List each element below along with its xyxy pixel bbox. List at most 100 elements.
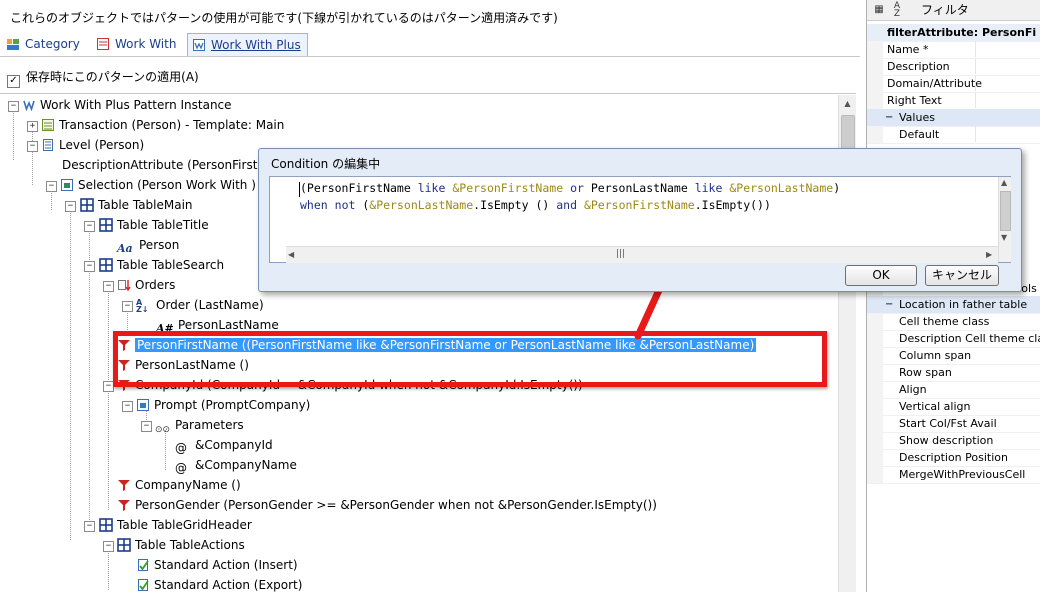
property-row[interactable]: Start Col/Fst Avail: [867, 415, 1040, 433]
condition-editor[interactable]: (PersonFirstName like &PersonFirstName o…: [269, 176, 1011, 263]
row-gutter: [867, 75, 883, 92]
property-row[interactable]: Description Cell theme class: [867, 330, 1040, 348]
properties-pane: ▦ AZ フィルタ filterAttribute: PersonFirstN …: [866, 0, 1040, 592]
property-value[interactable]: [975, 92, 1040, 108]
property-row[interactable]: Row span: [867, 364, 1040, 382]
property-value[interactable]: [975, 41, 1040, 57]
tree-node-order[interactable]: A Z↓ Order (LastName): [136, 295, 264, 315]
checkbox-box[interactable]: ✓: [7, 75, 20, 88]
row-gutter: [867, 449, 883, 466]
collapse-toggle[interactable]: −: [122, 401, 133, 412]
tree-node-action-export[interactable]: Standard Action (Export): [136, 575, 302, 595]
collapse-toggle[interactable]: −: [141, 421, 152, 432]
scroll-down-icon[interactable]: ▼: [1001, 233, 1007, 242]
tree-node-filter-persongender[interactable]: PersonGender (PersonGender >= &PersonGen…: [117, 495, 657, 515]
table-icon: [117, 538, 131, 552]
tree-node-filter-companyname[interactable]: CompanyName (): [117, 475, 241, 495]
tree-node-parameters[interactable]: ⊙⊙ Parameters: [155, 415, 244, 435]
property-row[interactable]: Cell theme class: [867, 313, 1040, 331]
tree-node-table-main[interactable]: Table TableMain: [80, 195, 193, 215]
property-row[interactable]: Name *: [867, 41, 1040, 59]
property-category-values[interactable]: − Values: [867, 109, 1040, 127]
expand-toggle[interactable]: +: [27, 121, 38, 132]
code-text: ): [833, 181, 841, 195]
property-value[interactable]: [975, 58, 1040, 74]
tree-node-prompt[interactable]: Prompt (PromptCompany): [136, 395, 310, 415]
code-line-2: when not (&PersonLastName.IsEmpty () and…: [300, 197, 771, 214]
property-name: Start Col/Fst Avail: [899, 417, 997, 430]
property-row[interactable]: Align: [867, 381, 1040, 399]
tree-node-table-search[interactable]: Table TableSearch: [99, 255, 224, 275]
property-value[interactable]: [975, 75, 1040, 91]
editor-vertical-scrollbar[interactable]: ▲ ▼: [998, 177, 1011, 262]
collapse-toggle[interactable]: −: [27, 141, 38, 152]
editor-horizontal-scrollbar[interactable]: ◀ ||| ▶: [286, 246, 998, 263]
cancel-button[interactable]: キャンセル: [925, 265, 999, 286]
scroll-up-icon[interactable]: ▲: [839, 95, 856, 112]
collapse-toggle[interactable]: −: [65, 201, 76, 212]
collapse-icon[interactable]: −: [885, 296, 893, 313]
parameter-icon: @: [175, 461, 187, 475]
tree-node-table-grid-header[interactable]: Table TableGridHeader: [99, 515, 252, 535]
collapse-icon[interactable]: −: [885, 109, 893, 126]
property-row[interactable]: Description Position: [867, 449, 1040, 467]
collapse-toggle[interactable]: −: [84, 521, 95, 532]
collapse-toggle[interactable]: −: [84, 221, 95, 232]
row-gutter: [867, 296, 883, 313]
apply-on-save-checkbox[interactable]: ✓ 保存時にこのパターンの適用(A): [7, 68, 199, 88]
tree-node-transaction[interactable]: Transaction (Person) - Template: Main: [41, 115, 284, 135]
property-row[interactable]: Description: [867, 58, 1040, 76]
property-row[interactable]: Right Text: [867, 92, 1040, 110]
row-gutter: [867, 415, 883, 432]
property-category-label: Location in father table: [899, 298, 1028, 311]
scroll-left-icon[interactable]: ◀: [288, 250, 294, 259]
collapse-toggle[interactable]: −: [103, 541, 114, 552]
tree-node-parameter[interactable]: @ &CompanyId: [175, 435, 273, 455]
code-keyword: or: [570, 181, 584, 195]
tree-line: [165, 430, 166, 470]
property-value[interactable]: [975, 126, 1040, 142]
scroll-right-icon[interactable]: ▶: [986, 250, 992, 259]
parameters-icon: ⊙⊙: [155, 425, 171, 435]
scroll-grip-icon[interactable]: |||: [616, 249, 625, 259]
tree-node-table-actions[interactable]: Table TableActions: [117, 535, 245, 555]
property-row[interactable]: Column span: [867, 347, 1040, 365]
collapse-toggle[interactable]: −: [46, 181, 57, 192]
tree-node-selection[interactable]: Selection (Person Work With ): [60, 175, 256, 195]
property-row[interactable]: MergeWithPreviousCell: [867, 466, 1040, 484]
scroll-thumb[interactable]: [1000, 191, 1011, 231]
tree-node-orders[interactable]: Orders: [117, 275, 175, 295]
sort-az-icon[interactable]: AZ: [889, 2, 905, 19]
tree-node-table-title[interactable]: Table TableTitle: [99, 215, 209, 235]
property-row[interactable]: Show description: [867, 432, 1040, 450]
row-gutter: [867, 466, 883, 483]
tree-line: [13, 110, 14, 160]
collapse-toggle[interactable]: −: [122, 301, 133, 312]
tree-line: [32, 130, 33, 185]
collapse-toggle[interactable]: −: [84, 261, 95, 272]
tab-category[interactable]: Category: [6, 33, 80, 55]
code-variable: &PersonLastName: [369, 198, 474, 212]
scroll-up-icon[interactable]: ▲: [1001, 178, 1007, 187]
tree-node-parameter[interactable]: @ &CompanyName: [175, 455, 297, 475]
categorized-icon[interactable]: ▦: [871, 2, 887, 18]
collapse-toggle[interactable]: −: [8, 101, 19, 112]
tree-node-root[interactable]: Work With Plus Pattern Instance: [22, 95, 232, 115]
collapse-toggle[interactable]: −: [103, 281, 114, 292]
property-category-location[interactable]: − Location in father table: [867, 296, 1040, 314]
tab-work-with[interactable]: Work With: [96, 33, 176, 55]
tree-node-description-attribute[interactable]: DescriptionAttribute (PersonFirstN: [62, 155, 266, 175]
ok-button[interactable]: OK: [845, 265, 917, 286]
code-keyword: when: [300, 198, 328, 212]
filter-label: フィルタ: [921, 3, 969, 17]
tab-work-with-plus[interactable]: Work With Plus: [187, 33, 308, 56]
tree-node-person-text[interactable]: Aa Person: [117, 235, 179, 255]
tree-node-level[interactable]: Level (Person): [41, 135, 144, 155]
tree-node-action-insert[interactable]: Standard Action (Insert): [136, 555, 298, 575]
property-row[interactable]: Domain/Attribute: [867, 75, 1040, 93]
code-variable: &PersonFirstName: [452, 181, 564, 195]
property-row[interactable]: Default: [867, 126, 1040, 144]
property-row[interactable]: Vertical align: [867, 398, 1040, 416]
table-icon: [99, 218, 113, 232]
